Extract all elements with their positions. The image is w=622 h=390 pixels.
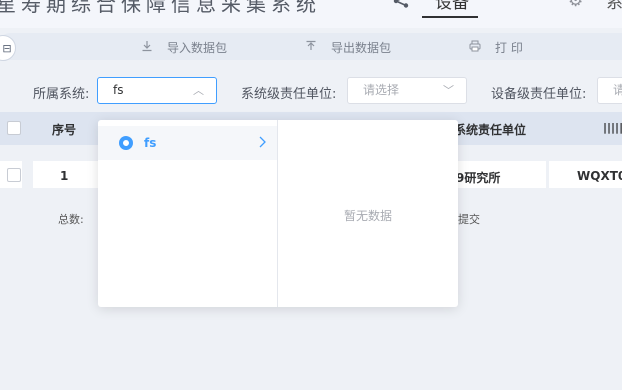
download-icon bbox=[140, 40, 154, 55]
upload-icon bbox=[304, 40, 318, 55]
system-cascader-dropdown: fs 暂无数据 bbox=[98, 120, 458, 307]
table-row-system-unit: 9研究所 bbox=[456, 171, 501, 185]
system-select-value: fs bbox=[113, 83, 124, 97]
print-label: 打 印 bbox=[495, 40, 523, 55]
chevron-right-icon bbox=[258, 136, 266, 151]
system-filter-label: 所属系统: bbox=[33, 87, 90, 102]
empty-data-text: 暂无数据 bbox=[343, 209, 392, 223]
column-header-index: 序号 bbox=[52, 123, 77, 137]
row-checkbox[interactable] bbox=[7, 168, 21, 182]
device-unit-select[interactable]: 请 bbox=[597, 77, 622, 104]
cascader-option-label: fs bbox=[144, 136, 157, 150]
import-package-button[interactable]: 导入数据包 bbox=[140, 38, 227, 56]
barcode-icon: ||||| bbox=[603, 121, 622, 134]
cascader-option-fs[interactable]: fs bbox=[98, 126, 277, 160]
column-header-system-unit: 系统责任单位 bbox=[454, 123, 527, 137]
cascader-panel-level-1: fs bbox=[98, 120, 278, 307]
cascader-panel-level-2: 暂无数据 bbox=[278, 120, 458, 307]
system-unit-filter-label: 系统级责任单位: bbox=[241, 87, 337, 102]
system-unit-select[interactable]: 请选择 ﹀ bbox=[347, 77, 467, 104]
printer-icon bbox=[468, 40, 482, 55]
chevron-down-icon: ﹀ bbox=[443, 84, 454, 97]
print-button[interactable]: 打 印 bbox=[468, 38, 523, 56]
table-row-index: 1 bbox=[60, 169, 69, 183]
export-package-label: 导出数据包 bbox=[331, 40, 392, 55]
nav-tab-underline bbox=[422, 16, 478, 18]
gear-icon[interactable]: ⚙ bbox=[568, 0, 583, 11]
chevron-up-icon: ︿ bbox=[193, 84, 204, 97]
system-unit-placeholder: 请选择 bbox=[363, 83, 400, 97]
submit-link[interactable]: 提交 bbox=[458, 211, 480, 227]
top-bar: 星寿期综合保障信息采集系统 设备 ⚙ 系 bbox=[0, 0, 622, 28]
export-package-button[interactable]: 导出数据包 bbox=[304, 38, 391, 56]
nav-item-system[interactable]: 系 bbox=[606, 0, 622, 13]
table-row-code: WQXT00 bbox=[577, 169, 622, 183]
import-package-label: 导入数据包 bbox=[167, 40, 228, 55]
total-count-label: 总数: bbox=[58, 213, 84, 226]
select-all-checkbox[interactable] bbox=[7, 121, 21, 135]
share-network-icon bbox=[393, 0, 409, 8]
device-unit-filter-label: 设备级责任单位: bbox=[491, 87, 587, 102]
radio-selected-icon[interactable] bbox=[119, 136, 133, 150]
system-select[interactable]: fs ︿ bbox=[97, 77, 217, 104]
app-title: 星寿期综合保障信息采集系统 bbox=[0, 0, 321, 16]
device-unit-placeholder: 请 bbox=[613, 83, 622, 97]
